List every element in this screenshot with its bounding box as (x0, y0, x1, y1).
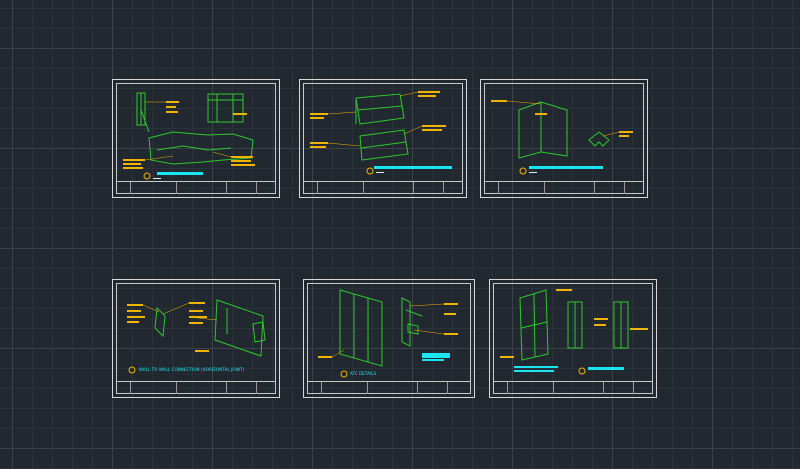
drawing-sheet-4[interactable]: WALL TO WALL CONNECTION (HORIZONTAL JOIN… (112, 279, 280, 398)
drawing-sheet-6[interactable] (489, 279, 657, 398)
sheet-title: WALL TO WALL CONNECTION (HORIZONTAL JOIN… (139, 367, 245, 372)
drawing-sheet-5[interactable]: ATC DETAILS (303, 279, 475, 398)
drawing-sheet-2[interactable] (299, 79, 467, 198)
detail-drawing (491, 100, 633, 175)
detail-drawing (318, 289, 458, 378)
detail-drawing (127, 299, 266, 374)
detail-drawing (310, 91, 452, 175)
drawing-sheet-1[interactable] (112, 79, 280, 198)
detail-drawing (123, 92, 255, 180)
drawing-sheet-3[interactable] (480, 79, 648, 198)
cad-model-space[interactable]: { "app": { "view": "model-space" }, "col… (0, 0, 800, 469)
detail-drawing (500, 289, 648, 375)
sheet-title: ATC DETAILS (350, 371, 377, 376)
